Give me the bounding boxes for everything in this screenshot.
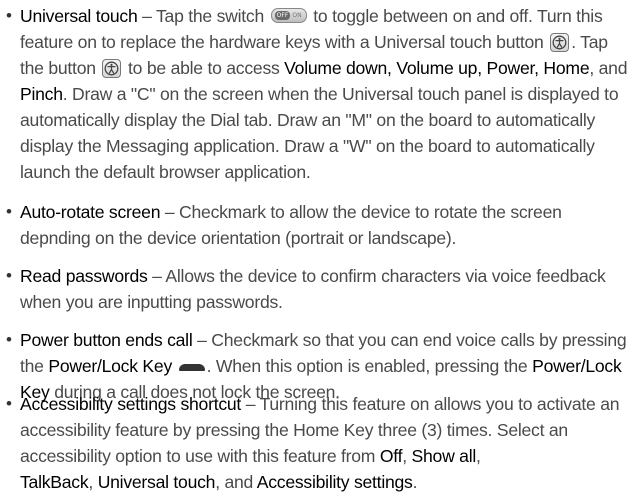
item-text: , and <box>215 472 257 492</box>
keyword: Pinch <box>20 84 63 104</box>
off-on-switch-icon: OFF ON <box>270 8 307 23</box>
item-text: . When this option is enabled, pressing … <box>206 356 533 376</box>
keyword: Show all <box>411 446 477 466</box>
item-text: , and <box>589 58 628 78</box>
item-text: , <box>476 446 481 466</box>
bullet: • <box>6 6 12 25</box>
list-item-accessibility-settings-shortcut: • Accessibility settings shortcut – Turn… <box>6 391 634 495</box>
universal-touch-button-icon <box>102 59 122 78</box>
item-text: , <box>402 446 412 466</box>
term-auto-rotate-screen: Auto-rotate screen <box>20 202 161 222</box>
term-power-button-ends-call: Power button ends call <box>20 330 193 350</box>
term-universal-touch: Universal touch <box>20 6 138 26</box>
switch-off-label: OFF <box>274 11 291 20</box>
bullet: • <box>6 394 12 413</box>
switch-on-label: ON <box>292 12 302 19</box>
keyword: TalkBack <box>20 472 89 492</box>
keyword: Universal touch <box>97 472 216 492</box>
item-text: to be able to access <box>123 58 285 78</box>
keyword: Power, Home <box>486 58 590 78</box>
bullet: • <box>6 202 12 221</box>
item-text: , <box>88 472 98 492</box>
list-item-auto-rotate-screen: • Auto-rotate screen – Checkmark to allo… <box>6 199 634 251</box>
list-item-universal-touch: • Universal touch – Tap the switch OFF ON… <box>6 3 634 185</box>
universal-touch-button-icon <box>550 33 570 52</box>
term-read-passwords: Read passwords <box>20 266 148 286</box>
bullet: • <box>6 266 12 285</box>
term-accessibility-settings-shortcut: Accessibility settings shortcut <box>20 394 242 414</box>
item-text: . Draw a "C" on the screen when the Univ… <box>20 84 619 182</box>
item-text: – Tap the switch <box>137 6 269 26</box>
keyword: Off <box>379 446 403 466</box>
keyword: Accessibility settings <box>256 472 413 492</box>
item-text: . <box>412 472 418 492</box>
keyword: Volume down, Volume up, <box>284 58 482 78</box>
bullet: • <box>6 330 12 349</box>
power-lock-key-icon <box>178 364 205 371</box>
list-item-read-passwords: • Read passwords – Allows the device to … <box>6 263 634 315</box>
manual-page: • Universal touch – Tap the switch OFF ON… <box>0 0 638 503</box>
keyword: Power/Lock Key <box>48 356 172 376</box>
